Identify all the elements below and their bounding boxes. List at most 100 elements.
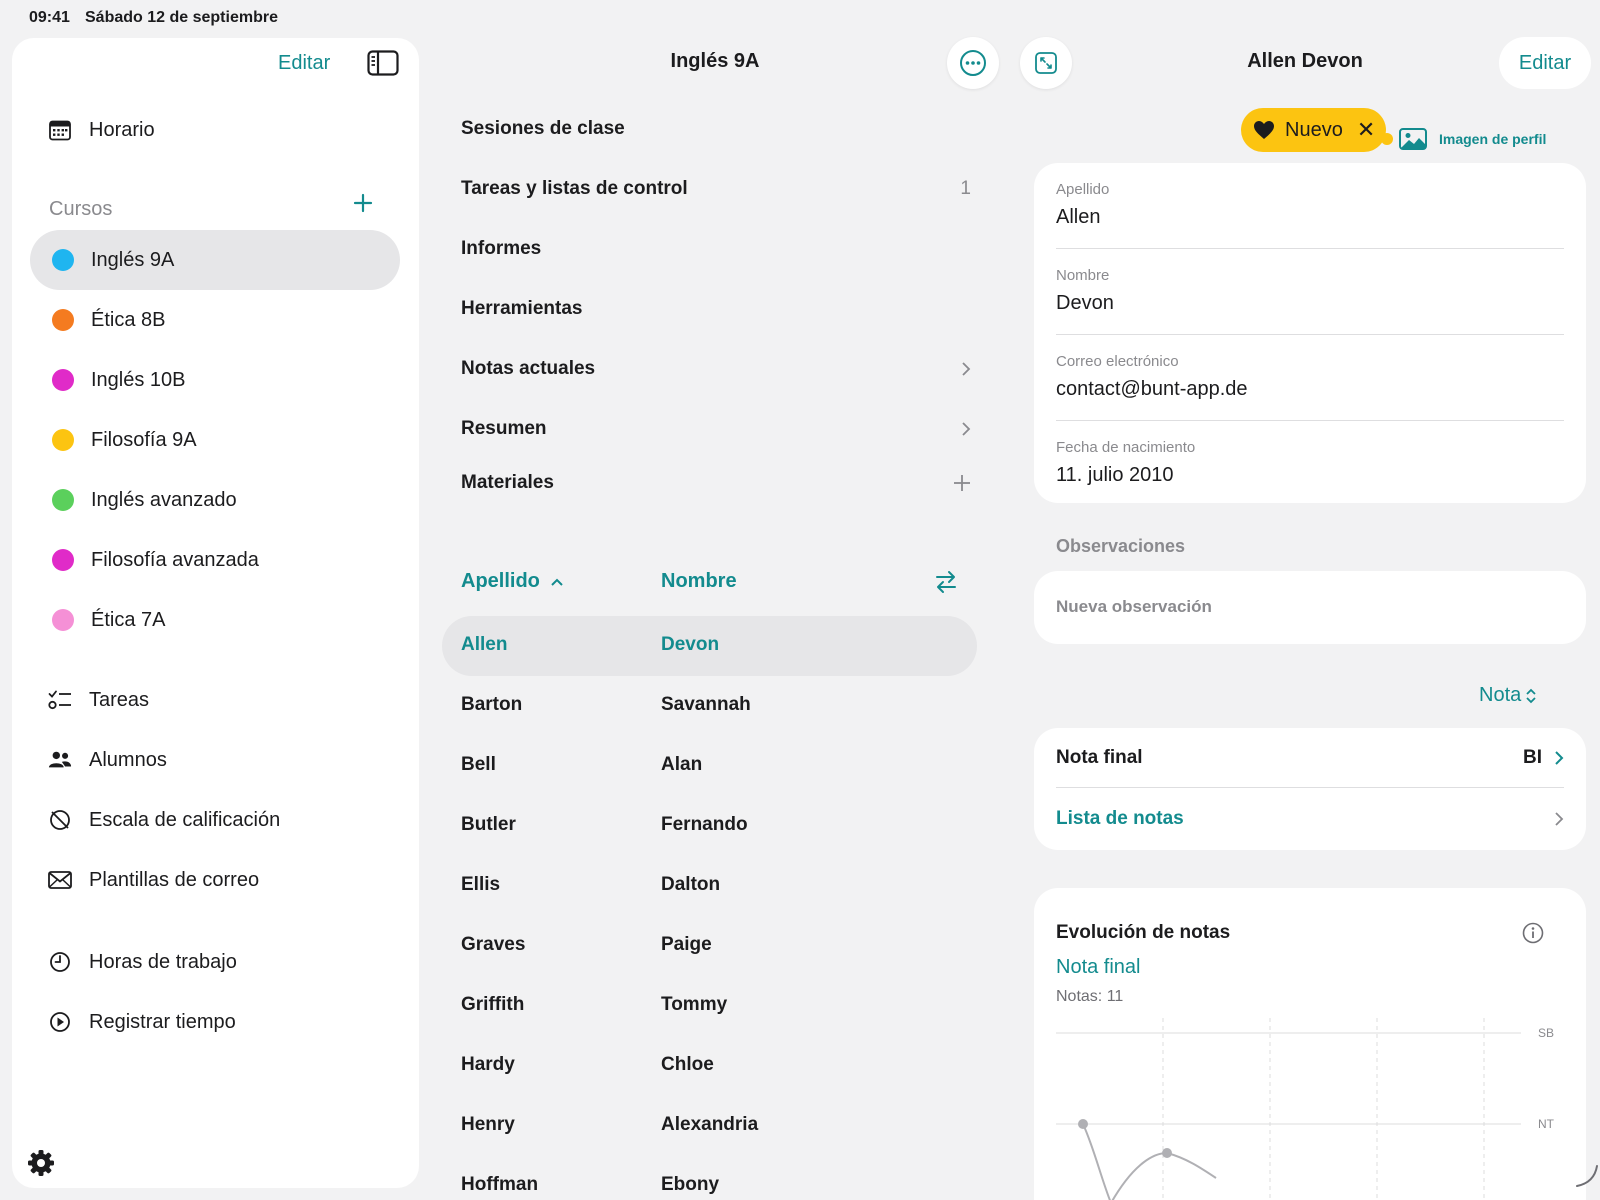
evolution-subtitle: Nota final xyxy=(1056,956,1141,978)
student-row[interactable]: Hardy Chloe xyxy=(442,1036,977,1096)
sidebar-item-students[interactable]: Alumnos xyxy=(48,748,167,772)
observations-heading: Observaciones xyxy=(1056,536,1186,556)
profile-image-button[interactable]: Imagen de perfil xyxy=(1399,128,1546,150)
chevron-right-icon xyxy=(1555,812,1564,826)
student-firstname: Alexandria xyxy=(661,1114,759,1135)
sidebar-course-etica-7a[interactable]: Ética 7A xyxy=(30,590,400,650)
student-lastname: Henry xyxy=(461,1114,515,1135)
student-firstname: Fernando xyxy=(661,814,748,835)
email-field[interactable]: Correo electrónico contact@bunt-app.de xyxy=(1056,353,1564,421)
sidebar-toggle-icon[interactable] xyxy=(367,50,399,81)
grade-list-row[interactable]: Lista de notas xyxy=(1056,789,1564,849)
sidebar-item-schedule[interactable]: Horario xyxy=(48,118,155,142)
sidebar: Editar Horario Cursos Inglés 9A Ética 8B… xyxy=(12,38,419,1188)
more-options-button[interactable] xyxy=(947,37,999,89)
course-label: Ética 8B xyxy=(91,308,166,331)
sidebar-course-filosofia-9a[interactable]: Filosofía 9A xyxy=(30,410,400,470)
lastname-value: Allen xyxy=(1056,206,1101,228)
grading-scale-icon xyxy=(48,808,72,832)
firstname-label: Nombre xyxy=(1056,267,1110,284)
edit-student-button[interactable]: Editar xyxy=(1499,37,1591,89)
checklist-icon xyxy=(48,688,72,712)
sidebar-course-ingles-avanzado[interactable]: Inglés avanzado xyxy=(30,470,400,530)
student-row[interactable]: Barton Savannah xyxy=(442,676,977,736)
student-row[interactable]: Graves Paige xyxy=(442,916,977,976)
course-color-dot xyxy=(52,549,74,571)
student-row[interactable]: Allen Devon xyxy=(442,616,977,676)
heart-icon xyxy=(1254,121,1274,139)
course-label: Inglés 10B xyxy=(91,368,186,391)
student-lastname: Butler xyxy=(461,814,516,835)
grade-type-selector[interactable]: Nota xyxy=(1479,684,1537,707)
close-icon[interactable]: ✕ xyxy=(1357,117,1375,143)
sort-by-lastname[interactable]: Apellido xyxy=(461,570,564,593)
student-firstname: Devon xyxy=(661,634,720,655)
email-link[interactable]: contact@bunt-app.de xyxy=(1056,378,1564,401)
lastname-label: Apellido xyxy=(1056,181,1110,198)
y-tick-label: NT xyxy=(1538,1117,1555,1131)
plus-icon[interactable] xyxy=(953,474,971,492)
chevron-right-icon xyxy=(1555,750,1564,765)
menu-tasks-checklists[interactable]: Tareas y listas de control 1 xyxy=(461,178,971,200)
sidebar-course-etica-8b[interactable]: Ética 8B xyxy=(30,290,400,350)
student-firstname: Tommy xyxy=(661,994,728,1015)
add-course-icon[interactable] xyxy=(352,192,374,219)
student-row[interactable]: Henry Alexandria xyxy=(442,1096,977,1156)
new-badge[interactable]: Nuevo ✕ xyxy=(1241,108,1386,152)
chevron-right-icon xyxy=(962,422,971,436)
data-point xyxy=(1162,1148,1172,1158)
sidebar-course-ingles-10b[interactable]: Inglés 10B xyxy=(30,350,400,410)
people-icon xyxy=(48,748,72,772)
student-row[interactable]: Hoffman Ebony xyxy=(442,1156,977,1200)
final-grade-row[interactable]: Nota final BI xyxy=(1056,728,1564,788)
birthdate-label: Fecha de nacimiento xyxy=(1056,439,1196,456)
new-observation-card[interactable]: Nueva observación xyxy=(1034,571,1586,644)
student-lastname: Ellis xyxy=(461,874,501,895)
new-observation-placeholder: Nueva observación xyxy=(1056,597,1212,616)
menu-current-grades[interactable]: Notas actuales xyxy=(461,358,971,380)
student-row[interactable]: Griffith Tommy xyxy=(442,976,977,1036)
student-lastname: Graves xyxy=(461,934,526,955)
student-row[interactable]: Bell Alan xyxy=(442,736,977,796)
sidebar-item-label: Plantillas de correo xyxy=(89,868,260,891)
chevron-up-icon xyxy=(551,578,563,586)
sidebar-item-grading-scale[interactable]: Escala de calificación xyxy=(48,808,280,832)
menu-reports[interactable]: Informes xyxy=(461,238,971,260)
menu-class-sessions[interactable]: Sesiones de clase xyxy=(461,118,971,140)
student-row[interactable]: Butler Fernando xyxy=(442,796,977,856)
course-label: Ética 7A xyxy=(91,608,166,631)
student-lastname: Allen xyxy=(461,634,508,655)
lastname-field[interactable]: Apellido Allen xyxy=(1056,181,1564,249)
sidebar-course-filosofia-avanzada[interactable]: Filosofía avanzada xyxy=(30,530,400,590)
evolution-count: Notas: 11 xyxy=(1056,988,1124,1005)
chevron-right-icon xyxy=(962,362,971,376)
menu-tools[interactable]: Herramientas xyxy=(461,298,971,320)
firstname-value: Devon xyxy=(1056,292,1114,314)
sidebar-item-label: Alumnos xyxy=(89,748,167,771)
menu-summary[interactable]: Resumen xyxy=(461,418,971,440)
resize-handle-icon[interactable] xyxy=(1575,1164,1599,1188)
sidebar-item-track-time[interactable]: Registrar tiempo xyxy=(48,1010,236,1034)
student-lastname: Hoffman xyxy=(461,1174,539,1195)
student-row[interactable]: Ellis Dalton xyxy=(442,856,977,916)
sidebar-item-label: Horario xyxy=(89,118,155,141)
info-icon[interactable] xyxy=(1522,922,1544,949)
sort-by-firstname[interactable]: Nombre xyxy=(661,570,737,593)
envelope-icon xyxy=(48,868,72,892)
firstname-field[interactable]: Nombre Devon xyxy=(1056,267,1564,335)
sidebar-course-ingles-9a[interactable]: Inglés 9A xyxy=(30,230,400,290)
student-firstname: Paige xyxy=(661,934,712,955)
menu-count: 1 xyxy=(960,178,971,199)
sort-lastname-label: Apellido xyxy=(461,570,540,592)
settings-gear-icon[interactable] xyxy=(26,1148,56,1183)
birthdate-field[interactable]: Fecha de nacimiento 11. julio 2010 xyxy=(1056,439,1564,499)
sidebar-item-tasks[interactable]: Tareas xyxy=(48,688,149,712)
sidebar-item-mail-templates[interactable]: Plantillas de correo xyxy=(48,868,259,892)
student-firstname: Ebony xyxy=(661,1174,720,1195)
image-icon xyxy=(1399,128,1427,150)
sidebar-item-working-hours[interactable]: Horas de trabajo xyxy=(48,950,237,974)
sidebar-edit-button[interactable]: Editar xyxy=(278,52,330,75)
menu-materials[interactable]: Materiales xyxy=(461,472,971,494)
swap-columns-icon[interactable] xyxy=(935,570,957,599)
chevron-up-down-icon xyxy=(1526,688,1536,703)
